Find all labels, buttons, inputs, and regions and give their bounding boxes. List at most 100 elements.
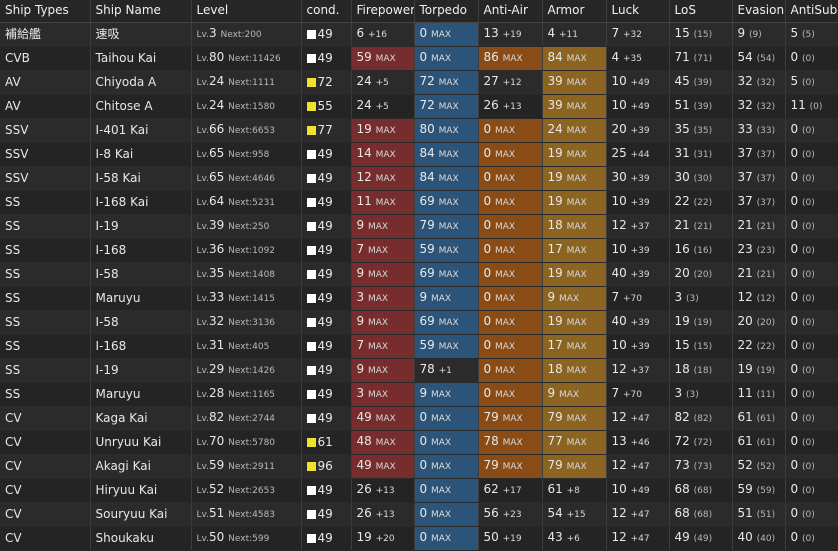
ev-value: 22 [737,337,753,352]
tp-mod: MAX [438,77,459,88]
col-firepower[interactable]: Firepower [351,0,415,23]
fp-mod: MAX [375,437,396,448]
level-value: 28 [209,385,225,400]
as-base: (0) [801,317,815,328]
as-value: 0 [790,145,799,160]
table-row[interactable]: AV Chiyoda A Lv.24 Next:1111 72 24 +5 72 MAX 2… [0,70,838,95]
ev-value: 61 [737,409,753,424]
level-prefix: Lv. [196,197,210,208]
col-cond[interactable]: cond. [301,0,352,23]
ship-type: CV [0,478,91,503]
ev-value: 54 [737,49,753,64]
ar-cell: 79 MAX [542,454,607,479]
table-row[interactable]: SS I-19 Lv.29 Next:1426 49 9 MAX 78 +1 0 MAX 18… [0,358,838,383]
aa-value: 0 [483,121,492,136]
col-los[interactable]: LoS [669,0,733,23]
ar-value: 54 [547,505,563,520]
aa-value: 0 [483,313,492,328]
as-value: 0 [790,361,799,376]
fp-cell: 6 +16 [351,22,415,47]
next-exp: 4646 [252,173,276,184]
ar-mod: MAX [566,317,587,328]
col-anti-air[interactable]: Anti-Air [478,0,543,23]
table-row[interactable]: CV Shoukaku Lv.50 Next:599 49 19 +20 0 MAX 50 … [0,526,838,551]
col-antisub[interactable]: AntiSub [785,0,838,23]
aa-value: 50 [483,529,499,544]
table-row[interactable]: 補給艦 速吸 Lv.3 Next:200 49 6 +16 0 MAX 13 +19 4 +1… [0,22,838,47]
lk-value: 12 [611,457,627,472]
fp-mod: MAX [375,197,396,208]
tp-cell: 72 MAX [414,70,479,95]
table-row[interactable]: SSV I-8 Kai Lv.65 Next:958 49 14 MAX 84 MAX 0 … [0,142,838,167]
tp-value: 0 [419,49,428,64]
ev-base: (21) [756,269,776,280]
los-base: (68) [693,509,713,520]
lk-mod: +47 [630,509,650,520]
col-armor[interactable]: Armor [542,0,607,23]
los-value: 30 [674,169,690,184]
table-row[interactable]: CV Kaga Kai Lv.82 Next:2744 49 49 MAX 0 MAX 79… [0,406,838,431]
ar-cell: 18 MAX [542,358,607,383]
tp-mod: MAX [438,341,459,352]
lk-mod: +37 [630,221,650,232]
lk-cell: 10 +49 [606,70,670,95]
cond-cell: 49 [301,22,352,47]
los-value: 35 [674,121,690,136]
lk-value: 40 [611,265,627,280]
table-row[interactable]: SS I-168 Lv.36 Next:1092 49 7 MAX 59 MAX 0 MAX… [0,238,838,263]
ev-value: 37 [737,145,753,160]
los-cell: 3 (3) [669,382,733,407]
lk-mod: +47 [630,413,650,424]
cond-cell: 55 [301,94,352,119]
col-torpedo[interactable]: Torpedo [414,0,479,23]
ev-cell: 19 (19) [732,358,786,383]
table-row[interactable]: CV Hiryuu Kai Lv.52 Next:2653 49 26 +13 0 MAX… [0,478,838,503]
ar-value: 43 [547,529,563,544]
col-level[interactable]: Level [191,0,302,23]
table-row[interactable]: CV Souryuu Kai Lv.51 Next:4583 49 26 +13 0 MA… [0,502,838,527]
col-ship-types[interactable]: Ship Types [0,0,91,23]
level-value: 3 [209,25,217,40]
tp-cell: 9 MAX [414,286,479,311]
col-luck[interactable]: Luck [606,0,670,23]
fp-value: 14 [356,145,372,160]
table-row[interactable]: CV Unryuu Kai Lv.70 Next:5780 61 48 MAX 0 MAX… [0,430,838,455]
fp-value: 24 [356,97,372,112]
table-row[interactable]: SS I-168 Kai Lv.64 Next:5231 49 11 MAX 69 MAX… [0,190,838,215]
aa-mod: +13 [502,101,522,112]
cond-cell: 96 [301,454,352,479]
col-ship-name[interactable]: Ship Name [90,0,192,23]
aa-cell: 0 MAX [478,310,543,335]
lk-value: 40 [611,313,627,328]
as-value: 0 [790,481,799,496]
cond-cell: 61 [301,430,352,455]
table-row[interactable]: CV Akagi Kai Lv.59 Next:2911 96 49 MAX 0 MAX 7… [0,454,838,479]
table-row[interactable]: SSV I-401 Kai Lv.66 Next:6653 77 19 MAX 80 MA… [0,118,838,143]
table-row[interactable]: CVB Taihou Kai Lv.80 Next:11426 49 59 MAX 0 M… [0,46,838,71]
fp-mod: MAX [367,365,389,376]
ev-cell: 37 (37) [732,166,786,191]
level-prefix: Lv. [196,29,210,40]
tp-value: 9 [419,385,428,400]
table-row[interactable]: SS I-58 Lv.32 Next:3136 49 9 MAX 69 MAX 0 MAX 1… [0,310,838,335]
ship-table-body: 補給艦 速吸 Lv.3 Next:200 49 6 +16 0 MAX 13 +19 4 +1… [0,22,838,551]
ship-name: I-58 Kai [90,166,192,191]
ev-base: (19) [756,365,776,376]
lk-cell: 7 +70 [606,382,670,407]
col-evasion[interactable]: Evasion [732,0,786,23]
ev-cell: 11 (11) [732,382,786,407]
table-row[interactable]: SS Maruyu Lv.33 Next:1415 49 3 MAX 9 MAX 0 MAX… [0,286,838,311]
table-row[interactable]: SS I-58 Lv.35 Next:1408 49 9 MAX 69 MAX 0 MAX 1… [0,262,838,287]
cond-cell: 49 [301,166,352,191]
table-row[interactable]: AV Chitose A Lv.24 Next:1580 55 24 +5 72 MAX 2… [0,94,838,119]
lk-cell: 12 +37 [606,214,670,239]
aa-value: 0 [483,289,492,304]
table-row[interactable]: SS I-19 Lv.39 Next:250 49 9 MAX 79 MAX 0 MAX 18… [0,214,838,239]
fp-value: 3 [356,385,365,400]
los-value: 18 [674,361,690,376]
table-row[interactable]: SS Maruyu Lv.28 Next:1165 49 3 MAX 9 MAX 0 MAX… [0,382,838,407]
los-cell: 73 (73) [669,454,733,479]
table-row[interactable]: SSV I-58 Kai Lv.65 Next:4646 49 12 MAX 84 MAX… [0,166,838,191]
ship-name: I-168 [90,238,192,263]
table-row[interactable]: SS I-168 Lv.31 Next:405 49 7 MAX 59 MAX 0 MAX 1… [0,334,838,359]
